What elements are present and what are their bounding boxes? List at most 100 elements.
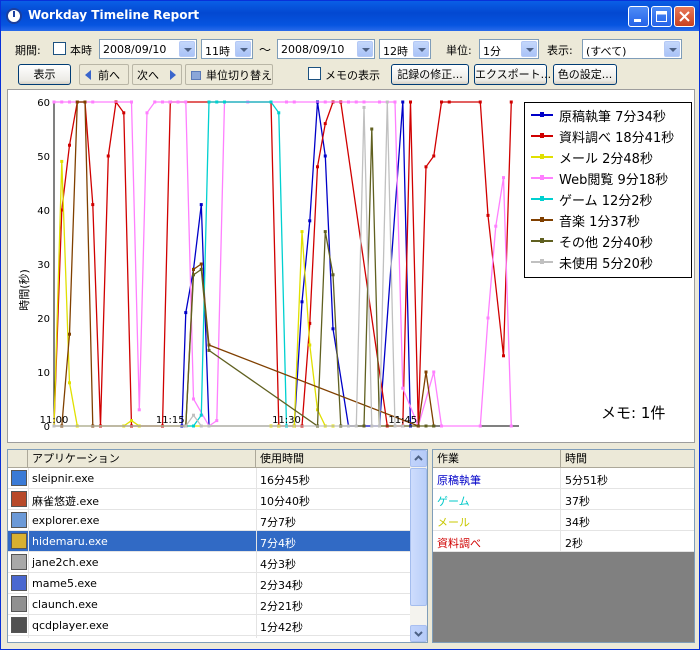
chevron-down-icon <box>413 41 429 57</box>
show-button[interactable]: 表示 <box>18 64 71 85</box>
app-list-row[interactable]: jane2ch.exe 4分3秒 <box>8 552 410 573</box>
series-point-3 <box>393 100 397 104</box>
memo-show-checkbox[interactable] <box>308 67 321 80</box>
chevron-down-icon <box>521 41 537 57</box>
color-settings-button[interactable]: 色の設定... <box>553 64 617 85</box>
task-list-row[interactable]: メール 34秒 <box>433 510 694 531</box>
y-tick-label: 10 <box>37 368 50 379</box>
column-divider <box>28 468 29 638</box>
series-point-1 <box>440 100 443 104</box>
series-point-3 <box>440 424 443 428</box>
series-point-3 <box>478 424 482 428</box>
series-point-3 <box>292 100 296 104</box>
app-usage-time: 16分45秒 <box>260 474 310 487</box>
scroll-down-button[interactable] <box>410 625 427 642</box>
task-list[interactable]: 作業 時間 原稿執筆 5分51秒 ゲーム 37秒 メール 34秒 資料調べ 2秒 <box>432 449 695 643</box>
series-point-4 <box>223 100 226 104</box>
series-point-6 <box>331 273 335 277</box>
legend-label: 音楽 1分37秒 <box>559 215 640 230</box>
header-task-time[interactable]: 時間 <box>561 450 694 468</box>
legend-swatch <box>531 259 553 264</box>
start-hour-select[interactable]: 11時 <box>201 39 253 59</box>
y-tick-label: 20 <box>37 314 50 325</box>
app-list-row[interactable]: sleipnir.exe 16分45秒 <box>8 468 410 489</box>
today-label: 本時 <box>70 44 92 57</box>
close-button[interactable] <box>674 6 695 27</box>
end-hour-select[interactable]: 12時 <box>379 39 431 59</box>
series-point-3 <box>52 100 56 104</box>
series-point-4 <box>192 424 195 428</box>
title-bar[interactable]: Workday Timeline Report <box>1 1 699 31</box>
minimize-icon <box>634 19 641 22</box>
legend-label: ゲーム 12分2秒 <box>559 194 653 209</box>
unit-select[interactable]: 1分 <box>479 39 539 59</box>
series-point-7 <box>378 424 381 428</box>
app-list-row[interactable]: explorer.exe 7分7秒 <box>8 510 410 531</box>
task-list-row[interactable]: 資料調べ 2秒 <box>433 531 694 552</box>
series-point-4 <box>199 413 203 417</box>
unit-toggle-button[interactable]: 単位切り替え <box>185 64 273 85</box>
series-point-2 <box>60 159 64 163</box>
app-list-row[interactable]: mame5.exe 2分34秒 <box>8 573 410 594</box>
claunch-icon <box>11 596 27 612</box>
series-point-6 <box>362 424 366 428</box>
legend-swatch <box>531 175 553 180</box>
hidemaru-icon <box>11 533 27 549</box>
app-list-row[interactable]: claunch.exe 2分21秒 <box>8 594 410 615</box>
series-point-7 <box>354 424 358 428</box>
series-point-1 <box>409 100 412 104</box>
series-point-3 <box>145 111 149 115</box>
app-list-scrollbar[interactable] <box>410 450 427 642</box>
task-list-row[interactable]: 原稿執筆 5分51秒 <box>433 468 694 489</box>
series-line-6 <box>54 128 434 428</box>
end-date-select[interactable]: 2008/09/10 <box>277 39 375 59</box>
series-point-3 <box>362 100 366 104</box>
y-tick-label: 40 <box>37 206 50 217</box>
edit-records-button[interactable]: 記録の修正... <box>391 64 469 85</box>
series-point-3 <box>432 370 436 374</box>
mahjong-icon <box>11 491 27 507</box>
series-point-2 <box>308 343 312 347</box>
series-point-5 <box>83 100 87 104</box>
chevron-down-icon <box>179 41 195 57</box>
header-task[interactable]: 作業 <box>433 450 561 468</box>
series-point-0 <box>401 100 405 104</box>
start-date-select[interactable]: 2008/09/10 <box>99 39 197 59</box>
column-divider <box>256 468 257 638</box>
next-button[interactable]: 次へ <box>132 64 182 85</box>
prev-button[interactable]: 前へ <box>79 64 129 85</box>
export-button[interactable]: エクスポート... <box>474 64 551 85</box>
y-tick-label: 50 <box>37 152 50 163</box>
window-title: Workday Timeline Report <box>28 8 200 22</box>
header-icon-column[interactable] <box>8 450 28 468</box>
column-divider <box>560 510 561 531</box>
task-list-row[interactable]: ゲーム 37秒 <box>433 489 694 510</box>
series-point-3 <box>176 100 180 104</box>
application-list[interactable]: アプリケーション 使用時間 sleipnir.exe 16分45秒 麻雀悠遊.exe… <box>7 449 428 643</box>
series-line-7 <box>54 101 403 427</box>
series-point-3 <box>215 419 219 423</box>
today-checkbox[interactable] <box>53 42 66 55</box>
minimize-button[interactable] <box>628 6 649 27</box>
x-tick-label: 11:15 <box>156 415 185 426</box>
series-point-2 <box>300 230 304 234</box>
series-point-3 <box>60 100 64 104</box>
scroll-thumb[interactable] <box>410 468 427 606</box>
legend-swatch <box>531 154 553 159</box>
y-tick-label: 60 <box>37 98 50 109</box>
header-application[interactable]: アプリケーション <box>28 450 256 468</box>
display-filter-select[interactable]: (すべて) <box>582 39 682 59</box>
scroll-up-button[interactable] <box>410 450 427 467</box>
column-divider <box>560 489 561 510</box>
header-usage-time[interactable]: 使用時間 <box>256 450 412 468</box>
maximize-button[interactable] <box>651 6 672 27</box>
series-point-6 <box>432 424 436 428</box>
x-tick-label: 11:30 <box>272 415 301 426</box>
app-list-row[interactable]: qcdplayer.exe 1分42秒 <box>8 615 410 636</box>
series-point-3 <box>184 100 188 104</box>
memo-show-label: メモの表示 <box>325 69 380 82</box>
app-list-row[interactable]: hidemaru.exe 7分4秒 <box>8 531 410 552</box>
series-point-1 <box>509 100 513 104</box>
explorer-icon <box>11 512 27 528</box>
app-list-row[interactable]: 麻雀悠遊.exe 10分40秒 <box>8 489 410 510</box>
